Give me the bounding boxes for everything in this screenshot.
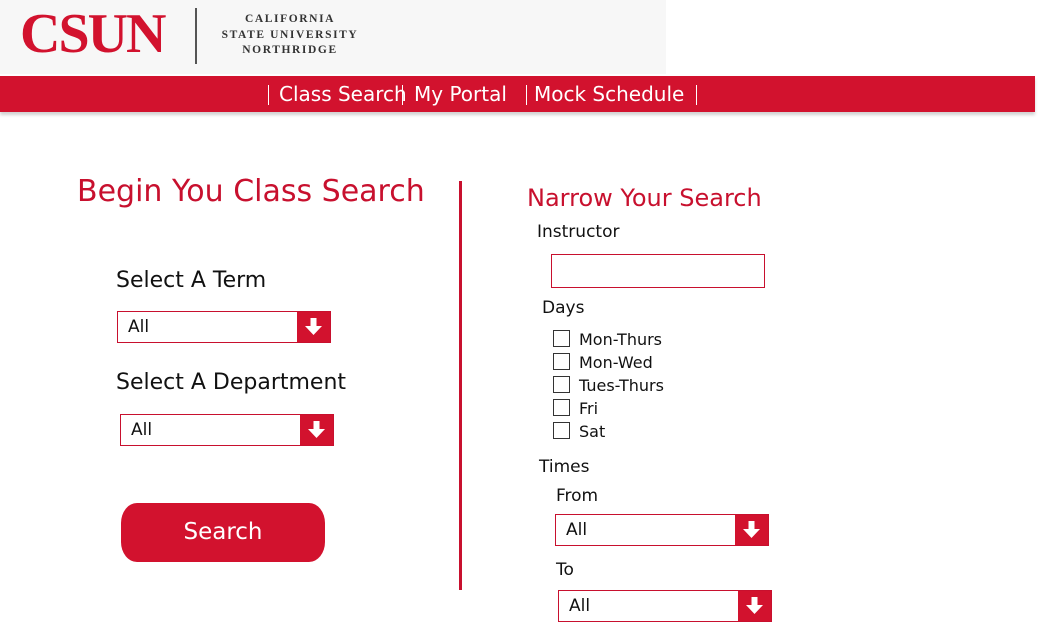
logo-divider <box>195 8 197 64</box>
panel-divider <box>459 181 462 590</box>
university-name: CALIFORNIA STATE UNIVERSITY NORTHRIDGE <box>206 12 374 59</box>
instructor-input[interactable] <box>551 254 765 288</box>
time-from-select[interactable]: All <box>555 514 769 546</box>
checkbox-icon[interactable] <box>553 353 570 370</box>
department-select[interactable]: All <box>120 414 334 446</box>
nav-item-mock-schedule[interactable]: Mock Schedule <box>534 82 684 106</box>
nav-separator <box>402 85 403 105</box>
department-label: Select A Department <box>116 370 347 395</box>
arrow-down-icon <box>746 597 763 614</box>
days-label: Days <box>542 298 585 318</box>
department-select-value: All <box>131 420 153 440</box>
class-search-heading: Begin You Class Search <box>77 174 425 209</box>
term-select[interactable]: All <box>117 311 331 343</box>
term-select-value: All <box>128 317 150 337</box>
search-button[interactable]: Search <box>121 503 325 562</box>
day-option-mon-wed[interactable]: Mon-Wed <box>553 352 753 374</box>
university-name-line-2: STATE UNIVERSITY <box>221 28 359 41</box>
time-to-select[interactable]: All <box>558 590 772 622</box>
term-dropdown-button[interactable] <box>297 312 330 342</box>
nav-separator <box>696 85 697 105</box>
day-option-label: Mon-Thurs <box>579 330 663 349</box>
university-name-line-1: CALIFORNIA <box>244 13 336 25</box>
checkbox-icon[interactable] <box>553 376 570 393</box>
day-option-label: Sat <box>579 422 606 441</box>
department-dropdown-button[interactable] <box>300 415 333 445</box>
from-label: From <box>556 486 599 506</box>
day-option-fri[interactable]: Fri <box>553 398 753 420</box>
arrow-down-icon <box>743 521 760 538</box>
term-label: Select A Term <box>116 268 267 293</box>
day-option-sat[interactable]: Sat <box>553 421 753 443</box>
time-from-dropdown-button[interactable] <box>735 515 768 545</box>
time-from-value: All <box>566 520 588 540</box>
university-name-line-3: NORTHRIDGE <box>242 44 338 56</box>
day-option-tues-thurs[interactable]: Tues-Thurs <box>553 375 753 397</box>
day-option-label: Mon-Wed <box>579 353 653 372</box>
day-option-label: Fri <box>579 399 599 418</box>
nav-item-class-search[interactable]: Class Search <box>279 82 407 106</box>
times-label: Times <box>539 457 590 477</box>
instructor-label: Instructor <box>537 222 620 242</box>
checkbox-icon[interactable] <box>553 330 570 347</box>
top-navigation-bar: Class Search My Portal Mock Schedule <box>0 76 1035 112</box>
header-logo-area: CSUN CALIFORNIA STATE UNIVERSITY NORTHRI… <box>0 0 666 74</box>
day-option-label: Tues-Thurs <box>579 376 664 395</box>
nav-separator <box>526 85 527 105</box>
time-to-value: All <box>569 596 591 616</box>
checkbox-icon[interactable] <box>553 399 570 416</box>
to-label: To <box>556 560 574 580</box>
nav-separator <box>268 85 269 105</box>
arrow-down-icon <box>305 318 322 335</box>
narrow-search-heading: Narrow Your Search <box>527 184 762 212</box>
arrow-down-icon <box>308 421 325 438</box>
time-to-dropdown-button[interactable] <box>738 591 771 621</box>
csun-logo[interactable]: CSUN <box>20 2 166 66</box>
nav-item-my-portal[interactable]: My Portal <box>414 82 507 106</box>
checkbox-icon[interactable] <box>553 422 570 439</box>
day-option-mon-thurs[interactable]: Mon-Thurs <box>553 329 753 351</box>
